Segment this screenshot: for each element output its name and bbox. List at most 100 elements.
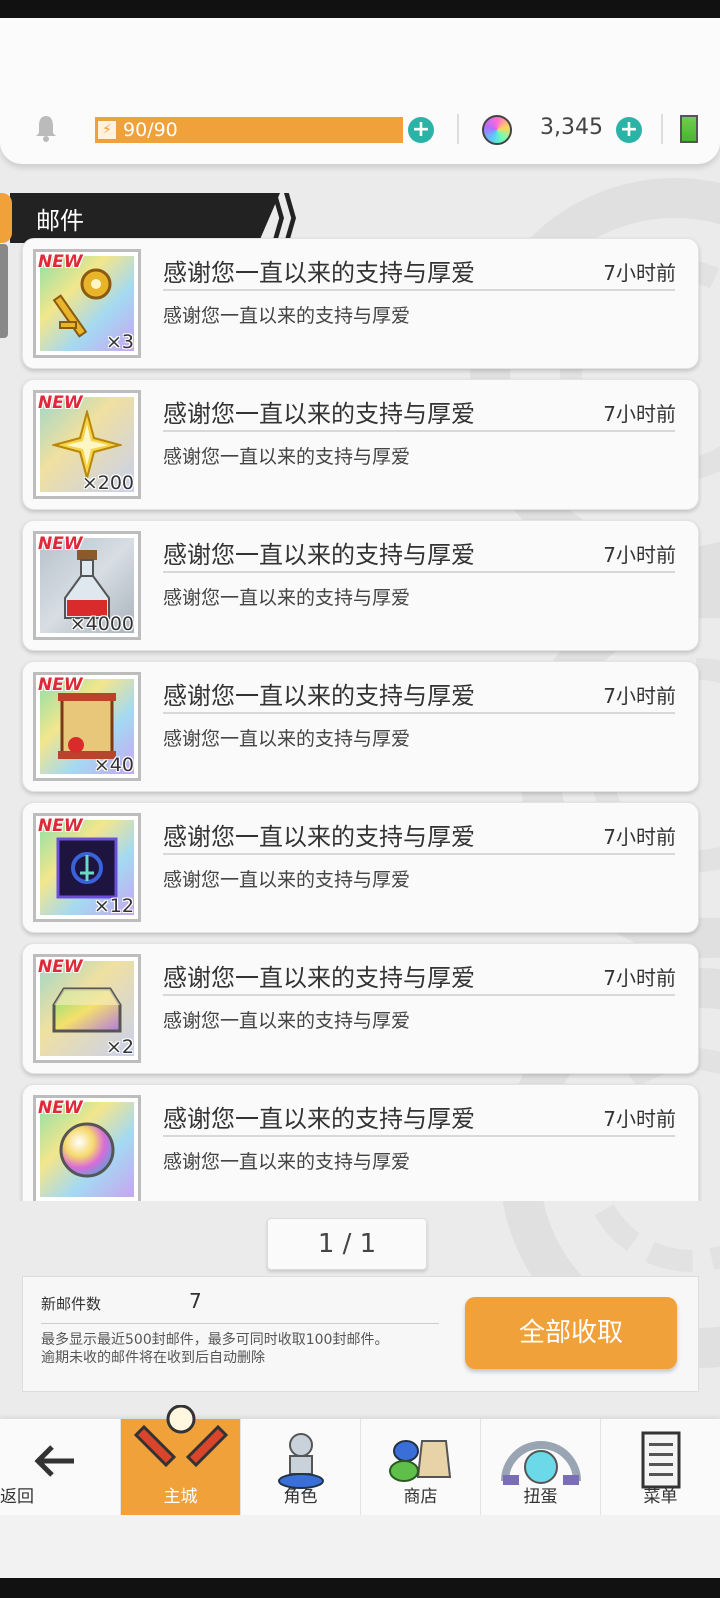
divider [163, 289, 675, 291]
system-nav-bar [0, 1578, 720, 1598]
mail-limit-note: 最多显示最近500封邮件，最多可同时收取100封邮件。 逾期未收的邮件将在收到后… [41, 1331, 451, 1367]
mail-title: 感谢您一直以来的支持与厚爱 [163, 259, 475, 287]
new-badge: NEW [38, 393, 83, 413]
nav-item-gacha[interactable]: 扭蛋 [480, 1419, 600, 1515]
nav-label: 扭蛋 [523, 1487, 558, 1507]
menu-icon [641, 1431, 680, 1489]
divider [163, 571, 675, 573]
mail-item[interactable]: NEW ×12 感谢您一直以来的支持与厚爱 7小时前 感谢您一直以来的支持与厚爱 [22, 802, 699, 933]
arrow-left-icon [34, 1445, 74, 1477]
nav-item-main-city[interactable]: 主城 [120, 1405, 240, 1515]
footer-strip [0, 1515, 720, 1578]
mail-title: 感谢您一直以来的支持与厚爱 [163, 964, 475, 992]
reward-item: NEW [33, 1095, 141, 1201]
new-mail-label: 新邮件数 [41, 1295, 102, 1313]
item-quantity: ×40 [93, 754, 134, 776]
mail-title: 感谢您一直以来的支持与厚爱 [163, 400, 475, 428]
mail-subtitle: 感谢您一直以来的支持与厚爱 [163, 869, 411, 891]
mail-time: 7小时前 [603, 966, 676, 990]
divider [661, 114, 663, 144]
nav-item-menu[interactable]: 菜单 [600, 1419, 720, 1515]
new-badge: NEW [38, 252, 83, 272]
add-gems-button[interactable]: + [616, 117, 642, 143]
nav-label: 商店 [403, 1487, 438, 1507]
castle-icon [133, 1405, 228, 1468]
energy-current: 90 [123, 119, 148, 141]
mail-subtitle: 感谢您一直以来的支持与厚爱 [163, 1151, 411, 1173]
mail-time: 7小时前 [603, 261, 676, 285]
shop-icon [388, 1440, 451, 1482]
rainbow-ingot-icon [52, 987, 122, 1032]
new-badge: NEW [38, 957, 83, 977]
resource-bar: ⚡ 90/90 + 3,345 + [0, 98, 720, 164]
top-spacer [0, 18, 720, 98]
divider [41, 1323, 439, 1324]
star-shard-icon [52, 409, 122, 480]
mail-subtitle: 感谢您一直以来的支持与厚爱 [163, 446, 411, 468]
new-badge: NEW [38, 816, 83, 836]
rainbow-orb-icon [59, 1122, 115, 1177]
page-indicator: 1 / 1 [267, 1218, 427, 1270]
mail-time: 7小时前 [603, 825, 676, 849]
reward-item: NEW ×4000 [33, 531, 141, 640]
item-quantity: ×200 [81, 472, 134, 494]
mail-list[interactable]: NEW ×3 感谢您一直以来的支持与厚爱 7小时前 感谢您一直以来的支持与厚爱 … [0, 236, 720, 1201]
energy-text: 90/90 [123, 119, 178, 141]
mail-item[interactable]: NEW ×4000 感谢您一直以来的支持与厚爱 7小时前 感谢您一直以来的支持与… [22, 520, 699, 651]
mail-item[interactable]: NEW ×200 感谢您一直以来的支持与厚爱 7小时前 感谢您一直以来的支持与厚… [22, 379, 699, 510]
mail-title: 感谢您一直以来的支持与厚爱 [163, 541, 475, 569]
character-icon [277, 1433, 324, 1489]
nav-item-character[interactable]: 角色 [240, 1419, 360, 1515]
mail-subtitle: 感谢您一直以来的支持与厚爱 [163, 1010, 411, 1032]
note-line-1: 最多显示最近500封邮件，最多可同时收取100封邮件。 [41, 1332, 389, 1348]
mail-info-panel: 新邮件数 7 最多显示最近500封邮件，最多可同时收取100封邮件。 逾期未收的… [22, 1276, 699, 1392]
mail-time: 7小时前 [603, 684, 676, 708]
reward-item: NEW ×40 [33, 672, 141, 781]
system-status-bar [0, 0, 720, 18]
battery-icon [680, 115, 698, 143]
dark-rune-icon [56, 837, 118, 898]
nav-label: 主城 [163, 1487, 198, 1507]
mail-item[interactable]: NEW ×2 感谢您一直以来的支持与厚爱 7小时前 感谢您一直以来的支持与厚爱 [22, 943, 699, 1074]
reward-item: NEW ×200 [33, 390, 141, 499]
mail-item[interactable]: NEW ×40 感谢您一直以来的支持与厚爱 7小时前 感谢您一直以来的支持与厚爱 [22, 661, 699, 792]
add-energy-button[interactable]: + [408, 117, 434, 143]
mail-item[interactable]: NEW 感谢您一直以来的支持与厚爱 7小时前 感谢您一直以来的支持与厚爱 [22, 1084, 699, 1201]
energy-max: /90 [147, 119, 178, 141]
back-label: 返回 [0, 1487, 34, 1507]
new-badge: NEW [38, 1098, 83, 1118]
gem-count: 3,345 [540, 115, 603, 140]
page-title: 邮件 [36, 207, 84, 235]
mail-subtitle: 感谢您一直以来的支持与厚爱 [163, 587, 411, 609]
divider [163, 712, 675, 714]
new-badge: NEW [38, 534, 83, 554]
new-badge: NEW [38, 675, 83, 695]
mail-title: 感谢您一直以来的支持与厚爱 [163, 682, 475, 710]
divider [163, 1135, 675, 1137]
item-quantity: ×2 [105, 1036, 134, 1058]
note-line-2: 逾期未收的邮件将在收到后自动删除 [41, 1350, 265, 1366]
mail-time: 7小时前 [603, 543, 676, 567]
divider [163, 994, 675, 996]
nav-label: 角色 [283, 1487, 318, 1507]
new-mail-count: 7 [189, 1289, 202, 1313]
divider [163, 430, 675, 432]
mail-subtitle: 感谢您一直以来的支持与厚爱 [163, 305, 411, 327]
mail-subtitle: 感谢您一直以来的支持与厚爱 [163, 728, 411, 750]
nav-label: 菜单 [643, 1487, 678, 1507]
mail-time: 7小时前 [603, 402, 676, 426]
collect-all-button[interactable]: 全部收取 [465, 1297, 677, 1369]
lightning-icon: ⚡ [97, 120, 117, 140]
gem-icon [482, 115, 512, 145]
bell-icon[interactable] [34, 114, 58, 142]
divider [163, 853, 675, 855]
item-quantity: ×12 [93, 895, 134, 917]
mail-title: 感谢您一直以来的支持与厚爱 [163, 823, 475, 851]
mail-time: 7小时前 [603, 1107, 676, 1131]
back-button[interactable]: 返回 [0, 1419, 110, 1515]
gacha-icon [500, 1441, 581, 1485]
reward-item: NEW ×2 [33, 954, 141, 1063]
nav-item-shop[interactable]: 商店 [360, 1419, 480, 1515]
mail-item[interactable]: NEW ×3 感谢您一直以来的支持与厚爱 7小时前 感谢您一直以来的支持与厚爱 [22, 238, 699, 369]
reward-item: NEW ×3 [33, 249, 141, 358]
